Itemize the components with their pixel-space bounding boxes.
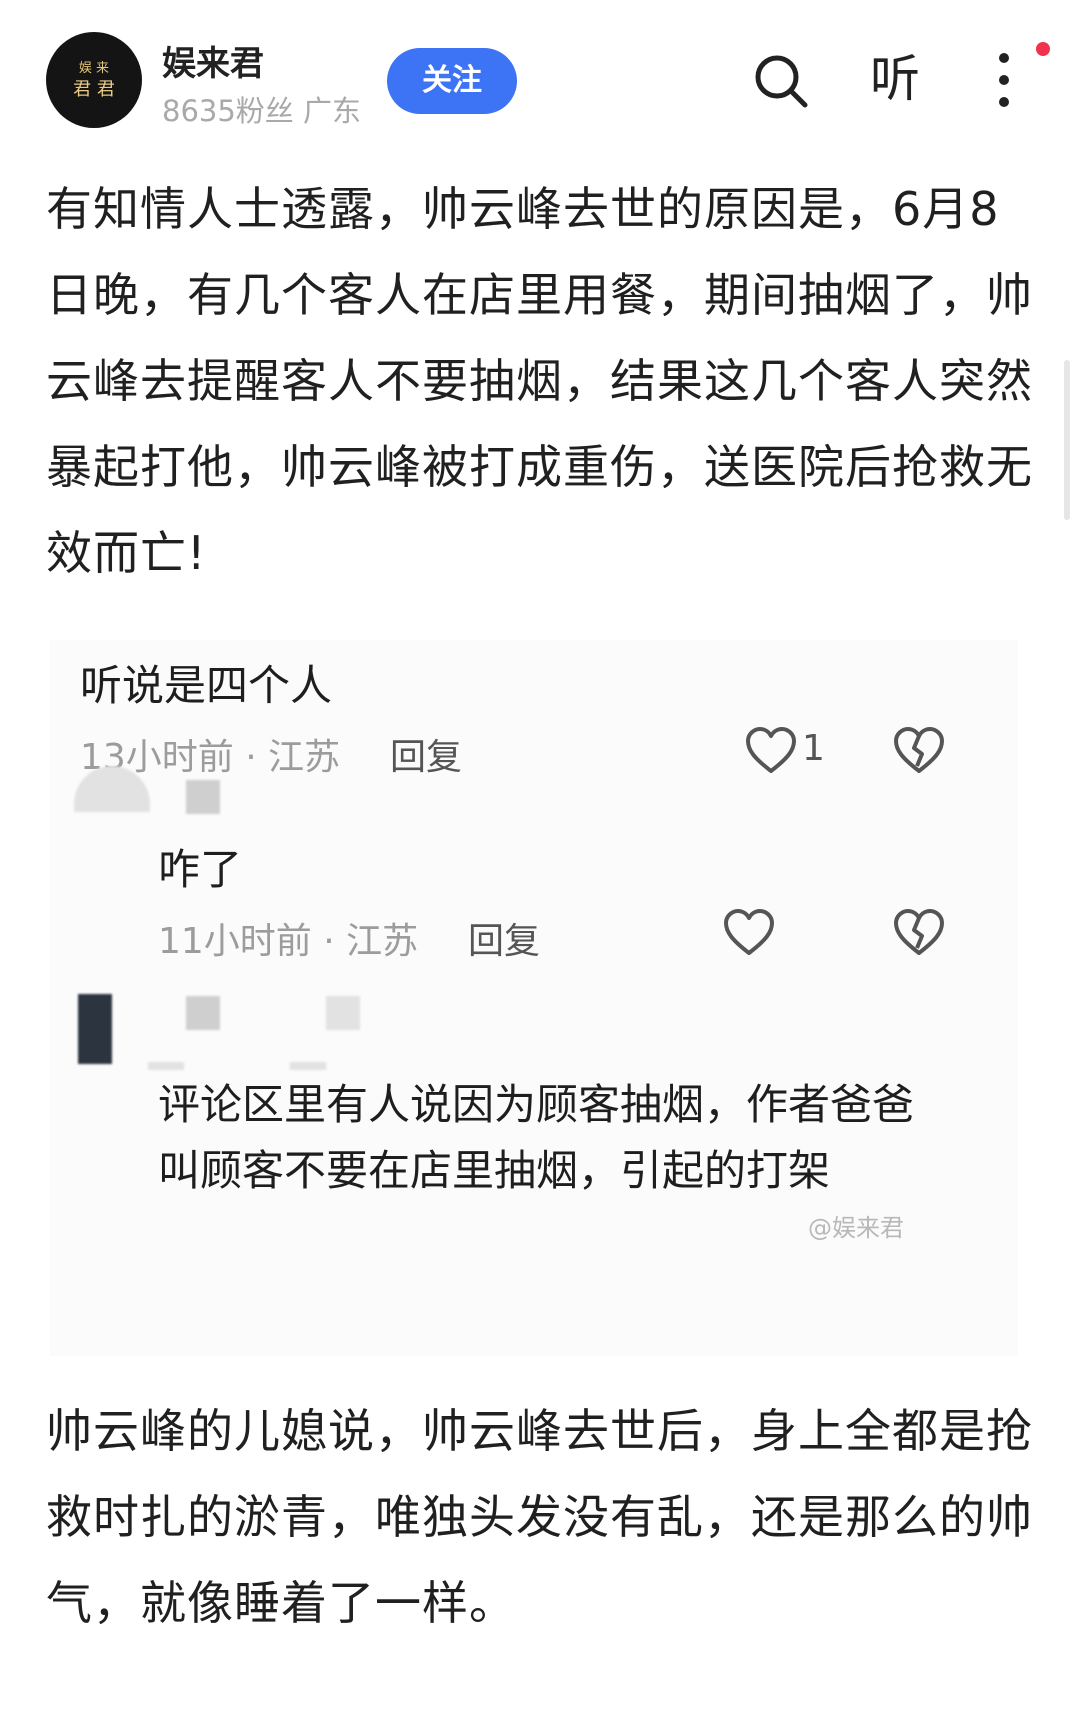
comment-3-redaction-bar [148, 1062, 184, 1070]
comment-2-username-redacted [186, 780, 220, 814]
listen-button[interactable]: 听 [870, 44, 920, 114]
more-vertical-icon [999, 53, 1009, 107]
comment-1-dislike-button[interactable] [892, 724, 946, 778]
comment-2-like-button[interactable] [722, 906, 776, 960]
avatar-logo-text: 娱 来 [78, 61, 110, 76]
comment-1-like-count: 1 [802, 728, 825, 769]
comment-3-badge-redacted [326, 996, 360, 1030]
comment-2-meta: 11小时前 · 江苏 [158, 921, 419, 962]
comment-1-reply-button[interactable]: 回复 [390, 728, 462, 780]
comment-3-text: 评论区里有人说因为顾客抽烟，作者爸爸叫顾客不要在店里抽烟，引起的打架 [158, 1080, 915, 1195]
author-name[interactable]: 娱来君 [162, 36, 264, 85]
article-paragraph-1: 有知情人士透露，帅云峰去世的原因是，6月8日晚，有几个客人在店里用餐，期间抽烟了… [46, 182, 1033, 580]
avatar-logo-text-2: 君 君 [73, 79, 115, 100]
scrollbar[interactable] [1064, 360, 1070, 520]
comment-3-redaction-bar-2 [290, 1062, 326, 1070]
notification-dot [1036, 42, 1050, 56]
comment-2-dislike-button[interactable] [892, 906, 946, 960]
article-paragraph-2: 帅云峰的儿媳说，帅云峰去世后，身上全都是抢救时扎的淤青，唯独头发没有乱，还是那么… [46, 1404, 1033, 1630]
author-avatar[interactable]: 娱 来 君 君 [46, 32, 142, 128]
search-icon [755, 55, 808, 108]
heart-icon [746, 727, 796, 773]
follow-button[interactable]: 关注 [387, 48, 517, 114]
watermark: @娱来君 [808, 1214, 904, 1242]
author-meta: 8635粉丝 广东 [162, 94, 362, 128]
more-button[interactable] [994, 50, 1014, 110]
comment-3-username-redacted [186, 996, 220, 1030]
comment-1-like-button[interactable] [744, 724, 798, 778]
broken-heart-icon [894, 727, 944, 773]
post-header: 娱 来 君 君 娱来君 8635粉丝 广东 关注 听 [0, 0, 1080, 150]
heart-icon [724, 909, 774, 955]
broken-heart-icon [894, 909, 944, 955]
comment-2-text: 咋了 [158, 845, 243, 894]
comment-2-reply-button[interactable]: 回复 [468, 912, 540, 964]
embedded-comments-screenshot: 听说是四个人 13小时前 · 江苏 回复 1 咋了 11小时前 · 江苏 回复 … [50, 640, 1018, 1356]
search-button[interactable] [752, 52, 810, 110]
comment-3-avatar [78, 994, 112, 1064]
comment-1-text: 听说是四个人 [80, 661, 333, 710]
